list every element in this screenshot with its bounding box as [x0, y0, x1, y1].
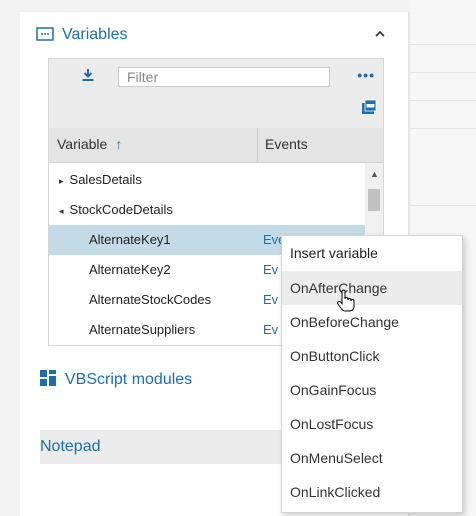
download-icon[interactable]	[81, 68, 95, 85]
divider	[410, 44, 476, 45]
menu-item-ongainfocus[interactable]: OnGainFocus	[282, 373, 462, 407]
column-header-row: Variable ↑ Events	[49, 128, 383, 163]
vbscript-modules-title: VBScript modules	[65, 370, 193, 388]
tree-node-stockcodedetails[interactable]: ◂ StockCodeDetails	[49, 195, 365, 225]
scroll-up-icon[interactable]: ▲	[370, 169, 379, 179]
chevron-up-icon[interactable]	[374, 26, 386, 42]
menu-item-onbeforechange[interactable]: OnBeforeChange	[282, 305, 462, 339]
divider	[410, 72, 476, 73]
menu-item-onlinkclicked[interactable]: OnLinkClicked	[282, 475, 462, 509]
column-separator[interactable]	[257, 128, 258, 162]
events-link[interactable]: Ev	[263, 262, 278, 277]
hand-pointer-icon	[336, 289, 356, 316]
more-options-button[interactable]: •••	[357, 67, 375, 83]
vbscript-modules-header[interactable]: VBScript modules	[40, 370, 192, 389]
expand-icon[interactable]: ▸	[59, 176, 64, 186]
column-header-variable[interactable]: Variable ↑	[57, 136, 122, 152]
scroll-thumb[interactable]	[368, 189, 380, 211]
collapse-icon[interactable]: ◂	[59, 206, 64, 216]
menu-item-onbuttonclick[interactable]: OnButtonClick	[282, 339, 462, 373]
events-link[interactable]: Ev	[263, 322, 278, 337]
menu-item-onafterchange[interactable]: OnAfterChange	[282, 271, 462, 305]
divider	[410, 205, 476, 206]
menu-item-onmenuselect[interactable]: OnMenuSelect	[282, 441, 462, 475]
tree-node-salesdetails[interactable]: ▸ SalesDetails	[49, 165, 365, 195]
divider	[410, 128, 476, 129]
column-header-events[interactable]: Events	[265, 136, 308, 152]
context-menu: Insert variable OnAfterChange OnBeforeCh…	[281, 235, 463, 513]
variables-header[interactable]: Variables	[36, 22, 386, 48]
sort-ascending-icon: ↑	[115, 136, 123, 152]
variables-icon	[36, 26, 54, 44]
events-link[interactable]: Ev	[263, 292, 278, 307]
notepad-title: Notepad	[40, 438, 101, 455]
context-menu-header: Insert variable	[290, 245, 378, 261]
modules-icon	[40, 370, 56, 389]
divider	[410, 100, 476, 101]
menu-item-onlostfocus[interactable]: OnLostFocus	[282, 407, 462, 441]
variables-title: Variables	[62, 26, 128, 43]
filter-input[interactable]	[118, 67, 330, 87]
pdf-export-icon[interactable]	[361, 99, 377, 118]
